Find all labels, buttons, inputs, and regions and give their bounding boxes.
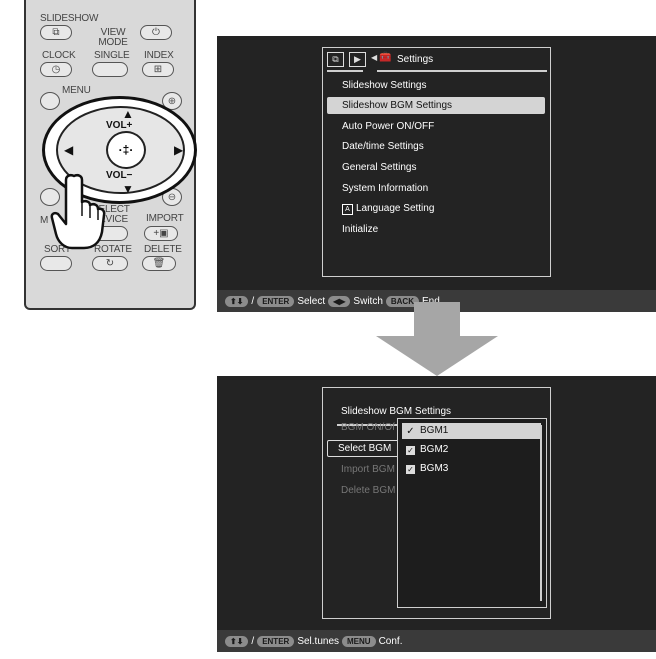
- remote-control: SLIDESHOW ⧉ VIEW MODE ⏻ CLOCK ◷ SINGLE I…: [24, 0, 197, 310]
- menu-item-general-settings[interactable]: General Settings: [327, 159, 545, 176]
- delete-button[interactable]: 🗑: [142, 256, 176, 271]
- single-button[interactable]: [92, 62, 128, 77]
- menu-item-system-information[interactable]: System Information: [327, 180, 545, 197]
- menu-item-initialize[interactable]: Initialize: [327, 221, 545, 238]
- pointing-hand-icon: [50, 173, 106, 250]
- menu-item-language-setting[interactable]: A Language Setting: [327, 200, 545, 217]
- menu-item-date-time[interactable]: Date/time Settings: [327, 138, 545, 155]
- checkbox-checked-icon: ✓: [406, 445, 415, 455]
- single-label: SINGLE: [94, 50, 130, 61]
- index-icon: ⊞: [153, 64, 163, 75]
- option-delete-bgm[interactable]: Delete BGM: [341, 485, 395, 496]
- left-arrow-icon[interactable]: ◀: [64, 144, 73, 156]
- status-separator: /: [251, 635, 255, 647]
- bgm-item-2[interactable]: ✓ BGM2: [402, 442, 541, 458]
- language-icon: A: [342, 204, 353, 215]
- option-bgm-on-off[interactable]: BGM ON/Of: [341, 422, 395, 433]
- left-right-key-icon: ◀▶: [328, 295, 351, 307]
- right-arrow-icon[interactable]: ▶: [174, 144, 183, 156]
- checkmark-icon: ✓: [406, 425, 415, 437]
- settings-tab-label: Settings: [397, 54, 434, 65]
- status-sel-tunes-label: Sel.tunes: [297, 635, 340, 647]
- tab-play[interactable]: ▶: [349, 52, 366, 67]
- bgm-settings-panel: Slideshow BGM Settings BGM ON/Of Select …: [322, 387, 551, 619]
- play-tab-icon: ▶: [354, 54, 361, 64]
- sort-button[interactable]: [40, 256, 72, 271]
- bgm-item-label: BGM2: [420, 444, 449, 455]
- slideshow-button[interactable]: ⧉: [40, 25, 72, 40]
- import-icon: +▣: [153, 228, 169, 239]
- menu-item-auto-power[interactable]: Auto Power ON/OFF: [327, 118, 545, 135]
- clock-label: CLOCK: [42, 50, 76, 61]
- zoom-out-icon: ⊖: [167, 191, 177, 203]
- bgm-settings-title: Slideshow BGM Settings: [341, 406, 452, 417]
- up-down-key-icon: ⬆⬇: [225, 295, 249, 307]
- scrollbar[interactable]: [540, 425, 542, 601]
- slideshow-label: SLIDESHOW: [40, 13, 99, 24]
- delete-label: DELETE: [144, 244, 182, 255]
- menu-item-slideshow-settings[interactable]: Slideshow Settings: [327, 77, 545, 94]
- tab-slideshow[interactable]: ⧉: [327, 52, 344, 67]
- settings-menu-panel: ⧉ ▶ ◀ 🧰 Settings Slideshow Settings Slid…: [322, 47, 551, 277]
- tab-divider: [377, 70, 547, 72]
- menu-label: MENU: [62, 85, 91, 96]
- menu-item-slideshow-bgm-settings[interactable]: Slideshow BGM Settings: [327, 97, 545, 114]
- m-fragment-label: M: [40, 215, 49, 226]
- trash-icon: 🗑: [152, 258, 166, 269]
- slideshow-icon: ⧉: [52, 27, 60, 38]
- status-select-label: Select: [297, 295, 326, 307]
- import-label: IMPORT: [146, 213, 184, 224]
- rotate-icon: ↻: [105, 258, 115, 269]
- zoom-in-icon: ⊕: [167, 95, 177, 107]
- enter-key-badge: ENTER: [257, 635, 295, 647]
- status-conf-label: Conf.: [378, 635, 403, 647]
- enter-icon: ·‡·: [118, 143, 134, 157]
- checkbox-checked-icon: ✓: [406, 464, 415, 474]
- transition-down-arrow-icon: [376, 302, 498, 376]
- toolbox-icon: 🧰: [379, 52, 392, 63]
- menu-key-badge: MENU: [342, 635, 376, 647]
- clock-button[interactable]: ◷: [40, 62, 72, 77]
- rotate-button[interactable]: ↻: [92, 256, 128, 271]
- enter-key-badge: ENTER: [257, 295, 295, 307]
- tab-underline: [327, 70, 363, 72]
- status-separator: /: [251, 295, 255, 307]
- view-mode-label: VIEW MODE: [98, 27, 128, 48]
- bgm-item-label: BGM1: [420, 425, 449, 436]
- power-button[interactable]: ⏻: [140, 25, 172, 40]
- power-icon: ⏻: [152, 27, 160, 38]
- up-arrow-icon[interactable]: ▲: [122, 108, 134, 120]
- settings-screen: ⧉ ▶ ◀ 🧰 Settings Slideshow Settings Slid…: [217, 36, 656, 312]
- down-arrow-icon[interactable]: ▼: [122, 183, 134, 195]
- language-setting-label: Language Setting: [356, 203, 435, 214]
- slideshow-tab-icon: ⧉: [332, 54, 339, 64]
- bgm-item-1[interactable]: ✓ BGM1: [402, 423, 541, 439]
- bgm-item-3[interactable]: ✓ BGM3: [402, 461, 541, 477]
- clock-icon: ◷: [51, 64, 61, 75]
- enter-button[interactable]: ·‡·: [106, 131, 146, 169]
- tab-left-arrow-icon: ◀: [371, 53, 378, 62]
- up-down-key-icon: ⬆⬇: [225, 635, 249, 647]
- option-import-bgm[interactable]: Import BGM: [341, 464, 395, 475]
- menu-button[interactable]: [40, 92, 60, 110]
- bgm-settings-screen: Slideshow BGM Settings BGM ON/Of Select …: [217, 376, 656, 652]
- index-label: INDEX: [144, 50, 174, 61]
- bgm-item-label: BGM3: [420, 463, 449, 474]
- index-button[interactable]: ⊞: [142, 62, 174, 77]
- status-bar-screen2: ⬆⬇ / ENTER Sel.tunes MENU Conf.: [217, 630, 656, 652]
- bgm-list-popup: ✓ BGM1 ✓ BGM2 ✓ BGM3: [397, 418, 547, 608]
- vol-plus-label: VOL+: [106, 120, 133, 131]
- import-button[interactable]: +▣: [144, 226, 178, 241]
